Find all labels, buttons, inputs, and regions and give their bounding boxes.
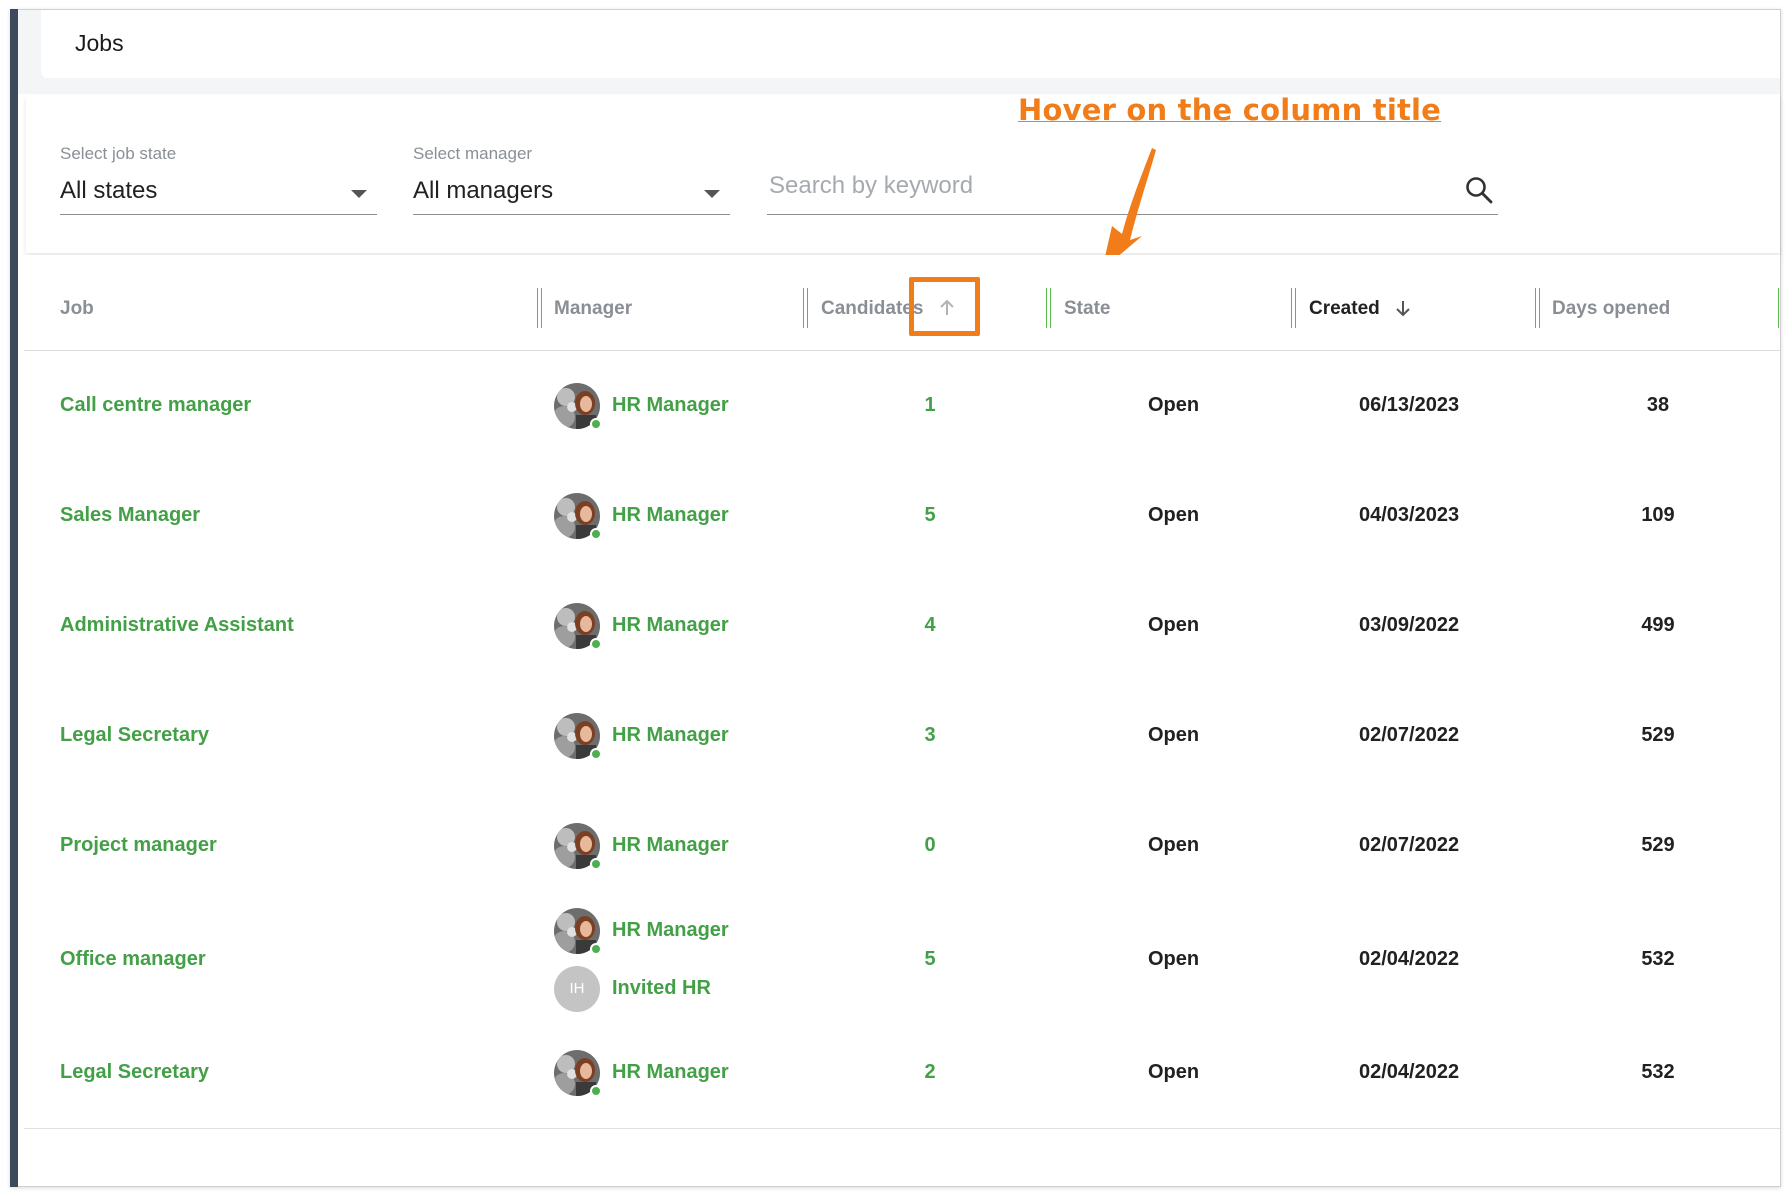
column-header-state[interactable]: State [1064, 298, 1110, 320]
job-title-link[interactable]: Legal Secretary [60, 1061, 209, 1084]
job-state-label: Select job state [60, 144, 177, 163]
search-input[interactable] [767, 171, 1411, 201]
left-sidebar-rail [10, 9, 18, 1187]
created-date: 02/04/2022 [1359, 1061, 1460, 1083]
days-opened-value: 532 [1641, 1061, 1675, 1083]
job-title-link[interactable]: Sales Manager [60, 504, 200, 527]
manager-label: Select manager [413, 144, 533, 163]
job-title-link[interactable]: Legal Secretary [60, 724, 209, 747]
candidates-count-link[interactable]: 0 [900, 834, 960, 857]
column-resizer[interactable] [1046, 288, 1051, 328]
days-opened-value: 499 [1641, 614, 1675, 636]
column-resizer[interactable] [537, 288, 542, 328]
online-status-dot [590, 418, 602, 430]
chevron-down-icon [704, 190, 720, 198]
candidates-count-link[interactable]: 3 [900, 724, 960, 747]
avatar [554, 603, 602, 650]
state-value: Open [1148, 394, 1200, 416]
arrow-down-icon[interactable] [1393, 298, 1413, 318]
days-opened-value: 529 [1641, 724, 1675, 746]
job-state-value: All states [60, 177, 158, 204]
candidates-count-link[interactable]: 4 [900, 614, 960, 637]
online-status-dot [590, 748, 602, 760]
days-opened-value: 38 [1646, 394, 1670, 416]
avatar [554, 383, 602, 430]
job-state-select[interactable]: All states [60, 171, 377, 215]
online-status-dot [590, 638, 602, 650]
manager-value: All managers [413, 177, 554, 204]
avatar [554, 1050, 602, 1097]
column-resizer[interactable] [1535, 288, 1540, 328]
job-title-link[interactable]: Call centre manager [60, 394, 251, 417]
hover-highlight-box [909, 277, 980, 336]
state-value: Open [1148, 834, 1200, 856]
candidates-count-link[interactable]: 2 [900, 1061, 960, 1084]
chevron-down-icon [351, 190, 367, 198]
column-resizer[interactable] [1778, 288, 1781, 328]
created-date: 02/04/2022 [1359, 947, 1460, 970]
manager-link[interactable]: HR Manager [612, 394, 729, 417]
days-opened-value: 109 [1641, 504, 1675, 526]
state-value: Open [1148, 947, 1200, 970]
avatar [554, 493, 602, 540]
job-title-link[interactable]: Office manager [60, 948, 206, 971]
online-status-dot [590, 528, 602, 540]
column-header-job[interactable]: Job [60, 298, 94, 320]
created-date: 06/13/2023 [1359, 394, 1460, 416]
state-value: Open [1148, 1061, 1200, 1083]
manager-select[interactable]: All managers [413, 171, 730, 215]
manager-link[interactable]: HR Manager [612, 614, 729, 637]
candidates-count-link[interactable]: 5 [900, 948, 960, 971]
title-card [41, 10, 1780, 78]
column-header-created[interactable]: Created [1309, 298, 1413, 320]
column-header-days-opened[interactable]: Days opened [1552, 298, 1670, 320]
avatar [554, 823, 602, 870]
candidates-count-link[interactable]: 1 [900, 394, 960, 417]
created-date: 03/09/2022 [1359, 614, 1460, 636]
days-opened-value: 529 [1641, 834, 1675, 856]
avatar-initials: IH [554, 965, 600, 1012]
online-status-dot [590, 858, 602, 870]
state-value: Open [1148, 504, 1200, 526]
manager-link[interactable]: HR Manager [612, 724, 729, 747]
manager-link[interactable]: HR Manager [612, 834, 729, 857]
search-icon[interactable] [1464, 175, 1494, 205]
job-title-link[interactable]: Project manager [60, 834, 217, 857]
job-title-link[interactable]: Administrative Assistant [60, 614, 294, 637]
avatar [554, 907, 602, 955]
column-resizer[interactable] [803, 288, 808, 328]
created-date: 02/07/2022 [1359, 724, 1460, 746]
page-title: Jobs [75, 30, 124, 56]
avatar [554, 713, 602, 760]
created-date: 04/03/2023 [1359, 504, 1460, 526]
online-status-dot [590, 1085, 602, 1097]
column-header-manager[interactable]: Manager [554, 298, 632, 320]
state-value: Open [1148, 724, 1200, 746]
created-date: 02/07/2022 [1359, 834, 1460, 856]
manager-link[interactable]: HR Manager [612, 919, 729, 942]
manager-link[interactable]: HR Manager [612, 1061, 729, 1084]
manager-link[interactable]: HR Manager [612, 504, 729, 527]
annotation-text: Hover on the column title [1018, 93, 1442, 127]
online-status-dot [590, 942, 602, 955]
candidates-count-link[interactable]: 5 [900, 504, 960, 527]
column-header-created-label: Created [1309, 298, 1380, 319]
state-value: Open [1148, 614, 1200, 636]
manager-link[interactable]: Invited HR [612, 977, 711, 1000]
column-resizer[interactable] [1291, 288, 1296, 328]
days-opened-value: 532 [1641, 947, 1675, 970]
